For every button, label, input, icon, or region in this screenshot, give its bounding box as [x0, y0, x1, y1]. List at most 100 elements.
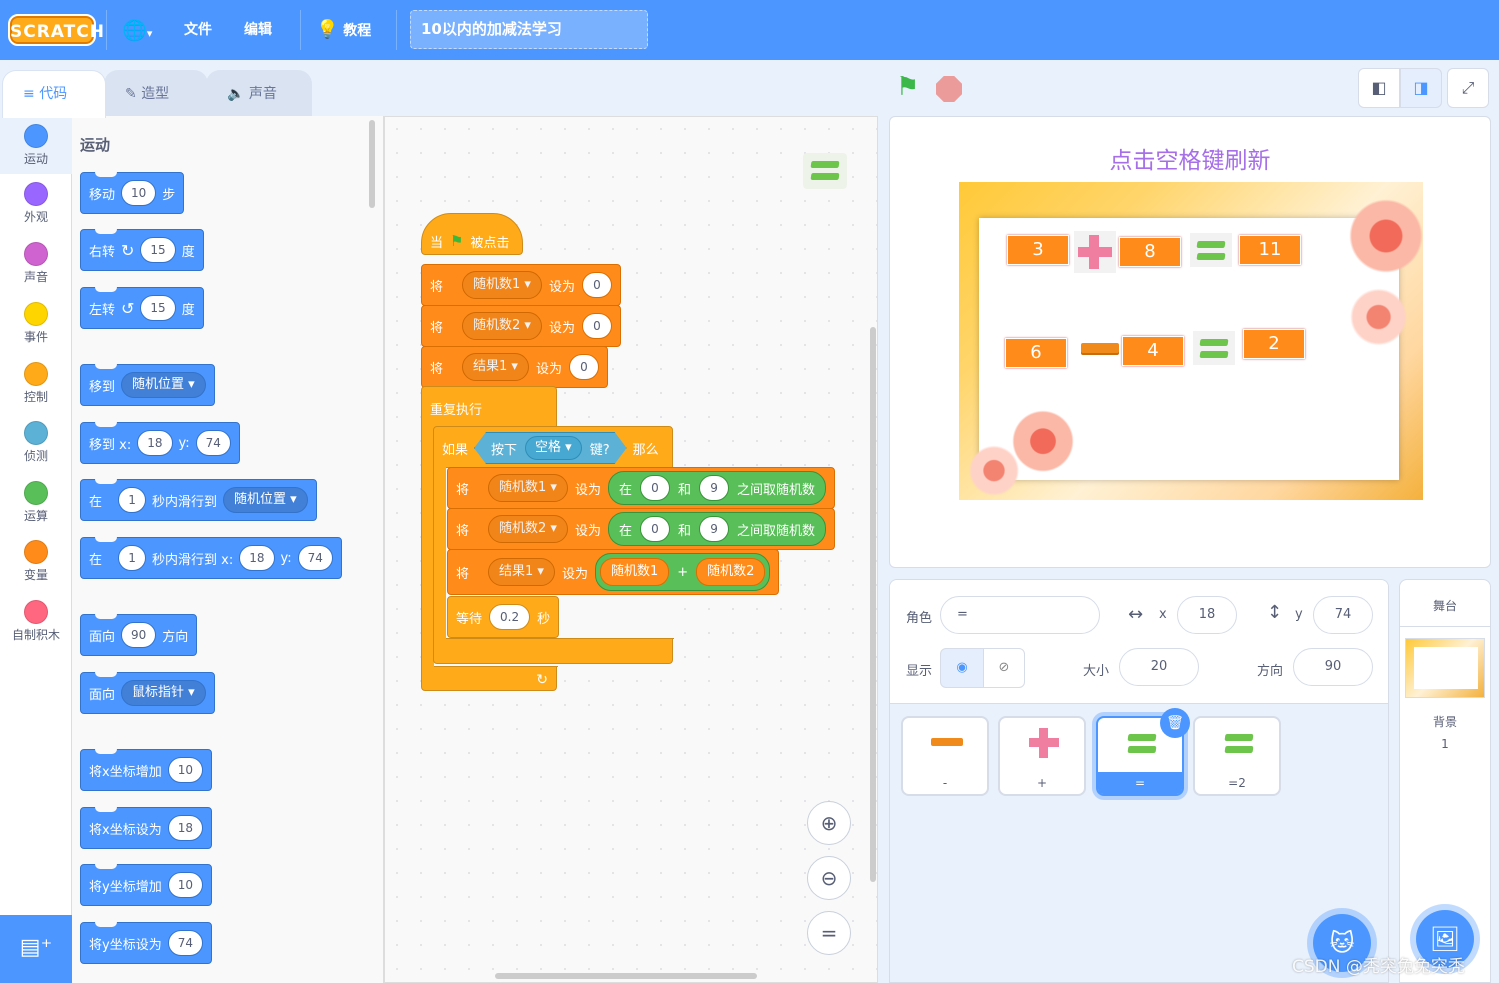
y-input[interactable]: 74 [195, 430, 231, 456]
delete-sprite-button[interactable]: 🗑 [1160, 708, 1190, 738]
size-input[interactable]: 20 [1119, 648, 1199, 686]
x-input[interactable]: 18 [1177, 596, 1237, 634]
variable-reporter[interactable]: 随机数2 [696, 558, 766, 586]
category-variables[interactable]: 变量 [0, 540, 72, 583]
variable-dropdown[interactable]: 随机数1 ▾ [488, 474, 568, 502]
block-move-steps[interactable]: 移动 10 步 [80, 172, 185, 214]
block-turn-right[interactable]: 右转 ↻ 15 度 [80, 229, 204, 271]
block-point-direction[interactable]: 面向 90 方向 [80, 614, 198, 656]
x-input[interactable]: 18 [137, 430, 173, 456]
x-input[interactable]: 18 [239, 545, 275, 571]
category-looks[interactable]: 外观 [0, 182, 72, 225]
add-reporter[interactable]: 随机数1 + 随机数2 [594, 553, 771, 591]
value-input[interactable]: 0 [581, 313, 612, 339]
sprite-thumbnail[interactable]: =2 [1193, 716, 1281, 796]
sprite-number[interactable]: 3 [1007, 235, 1069, 265]
set-y-input[interactable]: 74 [167, 930, 203, 956]
sprite-number[interactable]: 4 [1122, 336, 1184, 366]
goto-target-dropdown[interactable]: 随机位置 ▾ [121, 372, 206, 398]
category-sensing[interactable]: 侦测 [0, 421, 72, 464]
tab-costumes[interactable]: ✎ 造型 [104, 70, 208, 117]
y-input[interactable]: 74 [1313, 596, 1373, 634]
tab-sounds[interactable]: 🔈 声音 [206, 70, 312, 117]
block-set-var2-random[interactable]: 将 随机数2 ▾ 设为 在 0 和 9 之间取随机数 [447, 508, 836, 550]
block-set-var1-random[interactable]: 将 随机数1 ▾ 设为 在 0 和 9 之间取随机数 [447, 467, 836, 509]
equals-sign-sprite[interactable] [1193, 331, 1235, 365]
small-stage-button[interactable]: ◧ [1358, 68, 1400, 108]
minus-sign-sprite[interactable] [1081, 343, 1119, 353]
large-stage-button[interactable]: ◨ [1400, 68, 1442, 108]
y-input[interactable]: 74 [297, 545, 333, 571]
stage-selector[interactable]: 舞台 背景 1 🖼 [1399, 579, 1491, 983]
block-glide-to[interactable]: 在 1 秒内滑行到 随机位置 ▾ [80, 479, 317, 521]
plus-sign-sprite[interactable] [1074, 231, 1116, 273]
variable-dropdown[interactable]: 随机数2 ▾ [488, 515, 568, 543]
block-set-result[interactable]: 将 结果1 ▾ 设为 0 [421, 346, 608, 388]
direction-input[interactable]: 90 [121, 622, 157, 648]
fullscreen-button[interactable]: ⤢ [1447, 68, 1489, 108]
to-input[interactable]: 9 [699, 516, 730, 542]
block-set-var2[interactable]: 将 随机数2 ▾ 设为 0 [421, 305, 621, 347]
workspace-horizontal-scrollbar[interactable] [495, 973, 757, 979]
towards-target-dropdown[interactable]: 鼠标指针 ▾ [121, 680, 206, 706]
to-input[interactable]: 9 [699, 475, 730, 501]
block-set-y[interactable]: 将y坐标设为 74 [80, 922, 212, 964]
from-input[interactable]: 0 [640, 475, 670, 501]
category-operators[interactable]: 运算 [0, 481, 72, 524]
menu-file[interactable]: 文件 [184, 0, 212, 60]
variable-dropdown[interactable]: 随机数1 ▾ [462, 271, 542, 299]
category-motion[interactable]: 运动 [0, 116, 72, 174]
language-globe-icon[interactable]: 🌐▾ [122, 0, 152, 60]
from-input[interactable]: 0 [640, 516, 670, 542]
block-glide-xy[interactable]: 在 1 秒内滑行到 x: 18 y: 74 [80, 537, 342, 579]
pick-random-reporter[interactable]: 在 0 和 9 之间取随机数 [607, 471, 827, 505]
degrees-input[interactable]: 15 [140, 237, 176, 263]
sprite-number[interactable]: 11 [1239, 235, 1301, 265]
backdrop-thumbnail[interactable] [1405, 638, 1485, 698]
menu-edit[interactable]: 编辑 [244, 0, 272, 60]
variable-reporter[interactable]: 随机数1 [599, 558, 670, 586]
equals-sign-sprite[interactable] [1190, 233, 1232, 267]
zoom-out-button[interactable]: ⊖ [807, 856, 851, 900]
sprite-number[interactable]: 2 [1243, 329, 1305, 359]
variable-dropdown[interactable]: 结果1 ▾ [488, 558, 555, 586]
set-x-input[interactable]: 18 [167, 815, 203, 841]
scratch-logo[interactable]: SCRATCH [8, 14, 104, 46]
workspace-vertical-scrollbar[interactable] [870, 327, 876, 882]
category-sound[interactable]: 声音 [0, 242, 72, 285]
palette-scrollbar[interactable] [369, 120, 375, 208]
block-goto-xy[interactable]: 移到 x: 18 y: 74 [80, 422, 240, 464]
category-control[interactable]: 控制 [0, 362, 72, 405]
pick-random-reporter[interactable]: 在 0 和 9 之间取随机数 [607, 512, 827, 546]
seconds-input[interactable]: 1 [118, 487, 147, 513]
key-dropdown[interactable]: 空格 ▾ [525, 436, 582, 460]
block-point-towards[interactable]: 面向 鼠标指针 ▾ [80, 672, 215, 714]
green-flag-icon[interactable]: ⚑ [896, 72, 919, 102]
stage-canvas[interactable]: 点击空格键刷新 3 8 11 6 4 2 [889, 116, 1491, 568]
zoom-in-button[interactable]: ⊕ [807, 801, 851, 845]
block-set-x[interactable]: 将x坐标设为 18 [80, 807, 212, 849]
variable-dropdown[interactable]: 随机数2 ▾ [462, 312, 542, 340]
script-workspace[interactable]: 当 ⚑ 被点击 将随机数1 ▾ 设为 0 将随机数2 ▾ 设为 0 将结果1 ▾ 设为 0 重复… [384, 116, 878, 983]
block-change-y[interactable]: 将y坐标增加 10 [80, 864, 212, 906]
sprite-thumbnail[interactable]: - [901, 716, 989, 796]
seconds-input[interactable]: 1 [118, 545, 147, 571]
show-hidden-button[interactable]: ⊘ [983, 648, 1025, 688]
sprite-thumbnail[interactable]: + [998, 716, 1086, 796]
show-visible-button[interactable]: ◉ [940, 648, 984, 688]
stop-icon[interactable] [936, 76, 962, 102]
block-when-flag-clicked[interactable]: 当 ⚑ 被点击 [421, 213, 523, 255]
value-input[interactable]: 0 [581, 272, 612, 298]
zoom-reset-button[interactable]: = [807, 911, 851, 955]
block-turn-left[interactable]: 左转 ↺ 15 度 [80, 287, 204, 329]
wait-input[interactable]: 0.2 [489, 604, 531, 630]
add-extension-button[interactable]: ▤⁺ [0, 915, 72, 983]
sprite-name-input[interactable]: = [940, 596, 1100, 634]
sprite-number[interactable]: 6 [1005, 338, 1067, 368]
block-set-var1[interactable]: 将 随机数1 ▾ 设为 0 [421, 264, 621, 306]
steps-input[interactable]: 10 [121, 180, 157, 206]
category-events[interactable]: 事件 [0, 302, 72, 345]
variable-dropdown[interactable]: 结果1 ▾ [462, 353, 529, 381]
project-title-input[interactable]: 10以内的加减法学习 [410, 10, 648, 49]
block-set-result-sum[interactable]: 将 结果1 ▾ 设为 随机数1 + 随机数2 [447, 549, 780, 595]
